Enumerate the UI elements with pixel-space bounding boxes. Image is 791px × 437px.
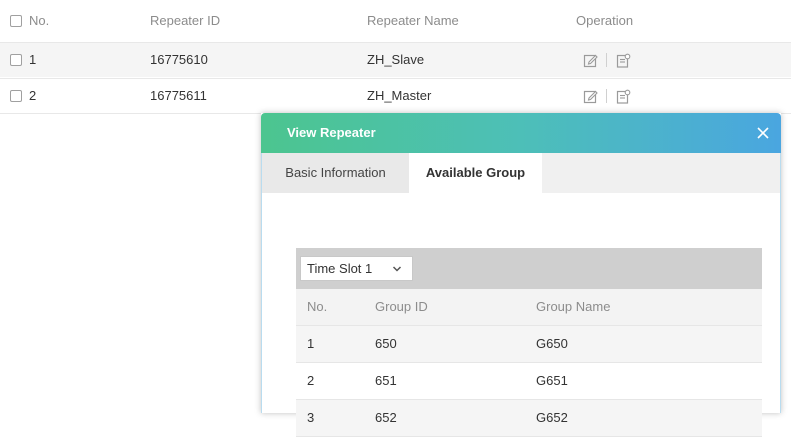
row-checkbox[interactable]: [10, 54, 22, 66]
header-no: No.: [307, 299, 328, 314]
dialog-body: Basic Information Available Group Time S…: [261, 153, 781, 437]
header-operation: Operation: [576, 13, 634, 28]
row-no: 2: [29, 88, 37, 103]
group-id: 650: [375, 336, 397, 351]
row-repeater-id: 16775610: [150, 52, 208, 67]
table-row: 1 650 G650: [296, 326, 762, 362]
header-group-name: Group Name: [536, 299, 611, 314]
operation-separator: [606, 53, 607, 67]
row-checkbox[interactable]: [10, 90, 22, 102]
table-header: No. Repeater ID Repeater Name Operation: [0, 4, 791, 38]
view-repeater-dialog: View Repeater Basic Information Availabl…: [261, 113, 781, 437]
group-id: 651: [375, 373, 397, 388]
close-icon[interactable]: [755, 125, 771, 141]
chevron-down-icon: [392, 266, 402, 272]
select-all-checkbox[interactable]: [10, 15, 22, 27]
table-row[interactable]: 1 16775610 ZH_Slave: [0, 43, 791, 77]
dialog-title: View Repeater: [287, 125, 376, 140]
group-name: G651: [536, 373, 568, 388]
edit-icon[interactable]: [583, 53, 598, 68]
group-id: 652: [375, 410, 397, 425]
dialog-tabs: Basic Information Available Group: [262, 153, 780, 193]
group-table-header: No. Group ID Group Name: [296, 289, 762, 325]
table-row[interactable]: 2 16775611 ZH_Master: [0, 79, 791, 113]
tab-basic-information[interactable]: Basic Information: [262, 153, 409, 193]
time-slot-selected: Time Slot 1: [307, 261, 373, 276]
header-repeater-id[interactable]: Repeater ID: [150, 4, 220, 38]
group-name: G652: [536, 410, 568, 425]
table-row: 2 651 G651: [296, 363, 762, 399]
row-operations: [583, 88, 631, 104]
time-slot-select[interactable]: Time Slot 1: [300, 256, 413, 281]
tab-available-group[interactable]: Available Group: [409, 153, 542, 193]
group-toolbar: Time Slot 1: [296, 248, 762, 289]
dialog-header: View Repeater: [261, 113, 781, 153]
table-row: 3 652 G652: [296, 400, 762, 436]
header-group-id: Group ID: [375, 299, 428, 314]
group-name: G650: [536, 336, 568, 351]
row-operations: [583, 52, 631, 68]
row-repeater-name: ZH_Slave: [367, 52, 425, 67]
group-no: 2: [307, 373, 315, 388]
group-no: 3: [307, 410, 315, 425]
row-no: 1: [29, 52, 37, 67]
row-repeater-id: 16775611: [150, 88, 207, 103]
header-no: No.: [29, 13, 50, 28]
operation-separator: [606, 89, 607, 103]
details-icon[interactable]: [616, 53, 631, 68]
details-icon[interactable]: [616, 89, 631, 104]
header-repeater-name[interactable]: Repeater Name: [367, 4, 459, 38]
group-no: 1: [307, 336, 315, 351]
edit-icon[interactable]: [583, 89, 598, 104]
row-repeater-name: ZH_Master: [367, 88, 432, 103]
